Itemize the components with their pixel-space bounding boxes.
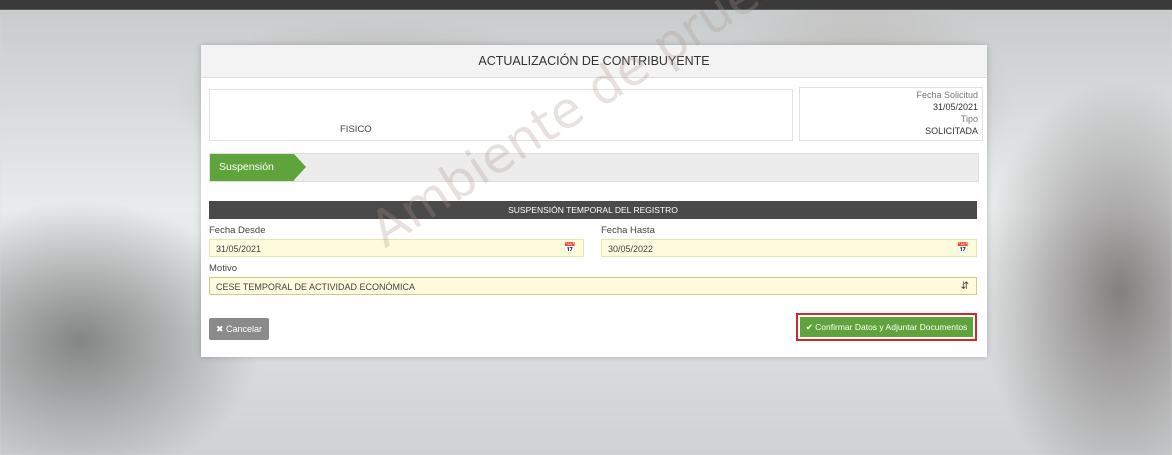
- request-type-label: Tipo: [960, 114, 978, 124]
- fecha-desde-label: Fecha Desde: [209, 225, 266, 236]
- calendar-icon[interactable]: 📅: [564, 240, 576, 258]
- select-arrows-icon: ⇵: [960, 281, 969, 292]
- request-type-value: SOLICITADA: [925, 126, 978, 136]
- section-title: SUSPENSIÓN TEMPORAL DEL REGISTRO: [209, 201, 977, 219]
- top-navbar: [0, 0, 1172, 10]
- step-suspension[interactable]: Suspensión: [210, 154, 306, 181]
- confirm-and-attach-button[interactable]: ✔ Confirmar Datos y Adjuntar Documentos: [800, 317, 973, 337]
- request-date-value: 31/05/2021: [932, 102, 978, 112]
- motivo-selected-value: CESE TEMPORAL DE ACTIVIDAD ECONÓMICA: [216, 282, 416, 292]
- fecha-desde-field[interactable]: 31/05/2021 📅: [209, 239, 584, 257]
- request-date-label: Fecha Solicitud: [916, 90, 978, 100]
- request-info-panel: Fecha Solicitud 31/05/2021 Tipo SOLICITA…: [799, 87, 983, 141]
- fecha-desde-value: 31/05/2021: [216, 244, 262, 254]
- fecha-hasta-label: Fecha Hasta: [601, 225, 655, 236]
- cancel-button[interactable]: ✖ Cancelar: [209, 318, 269, 340]
- taxpayer-info-panel: FISICO: [209, 89, 793, 141]
- wizard-steps: Suspensión: [209, 153, 979, 182]
- card-title: ACTUALIZACIÓN DE CONTRIBUYENTE: [201, 45, 987, 78]
- motivo-label: Motivo: [209, 263, 237, 274]
- taxpayer-update-card: ACTUALIZACIÓN DE CONTRIBUYENTE FISICO Fe…: [201, 45, 987, 357]
- confirm-button-highlight: ✔ Confirmar Datos y Adjuntar Documentos: [796, 313, 977, 341]
- motivo-select[interactable]: CESE TEMPORAL DE ACTIVIDAD ECONÓMICA ⇵: [209, 277, 977, 295]
- fecha-hasta-field[interactable]: 30/05/2022 📅: [601, 239, 977, 257]
- calendar-icon[interactable]: 📅: [957, 240, 969, 258]
- fecha-hasta-value: 30/05/2022: [608, 244, 654, 254]
- person-type: FISICO: [340, 124, 372, 135]
